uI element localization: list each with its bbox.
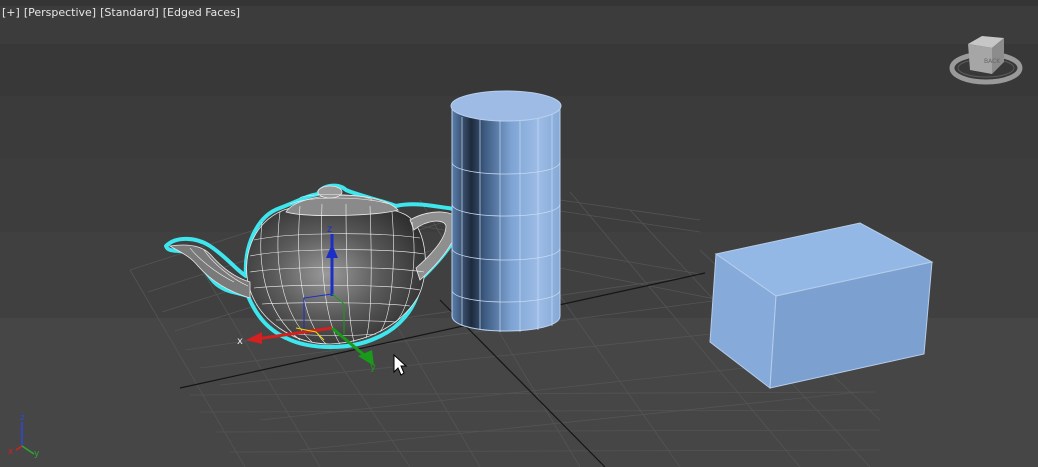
- viewport-display-mode-label[interactable]: [Edged Faces]: [163, 6, 240, 19]
- viewcube[interactable]: BACK: [949, 36, 1023, 85]
- viewport-shading-style-label[interactable]: [Standard]: [100, 6, 159, 19]
- teapot-knob: [317, 185, 343, 199]
- viewcube-face-label: BACK: [984, 58, 1001, 65]
- gizmo-x-label: x: [237, 336, 243, 347]
- perspective-viewport[interactable]: [+] [Perspective] [Standard] [Edged Face…: [0, 0, 1038, 467]
- viewport-label-menu: [+] [Perspective] [Standard] [Edged Face…: [2, 4, 240, 20]
- gizmo-y-label: y: [370, 362, 376, 373]
- tripod-y-label: y: [34, 449, 40, 459]
- box[interactable]: [709, 222, 934, 389]
- scene-canvas[interactable]: z x y BACK z x y: [0, 0, 1038, 467]
- cylinder-top-cap: [450, 90, 562, 122]
- cylinder[interactable]: [450, 90, 562, 332]
- world-axis-tripod: z x y: [8, 413, 40, 459]
- tripod-x-label: x: [8, 447, 14, 457]
- gizmo-z-label: z: [327, 224, 332, 235]
- tripod-z-label: z: [20, 413, 25, 423]
- gizmo-x-arrow[interactable]: [246, 332, 262, 344]
- mouse-cursor: [393, 353, 408, 376]
- teapot[interactable]: z x y: [164, 183, 464, 373]
- teapot-mesh: [168, 185, 459, 345]
- viewport-menu-plus[interactable]: [+]: [2, 6, 20, 19]
- cylinder-body: [451, 107, 561, 332]
- viewport-point-of-view-label[interactable]: [Perspective]: [24, 6, 96, 19]
